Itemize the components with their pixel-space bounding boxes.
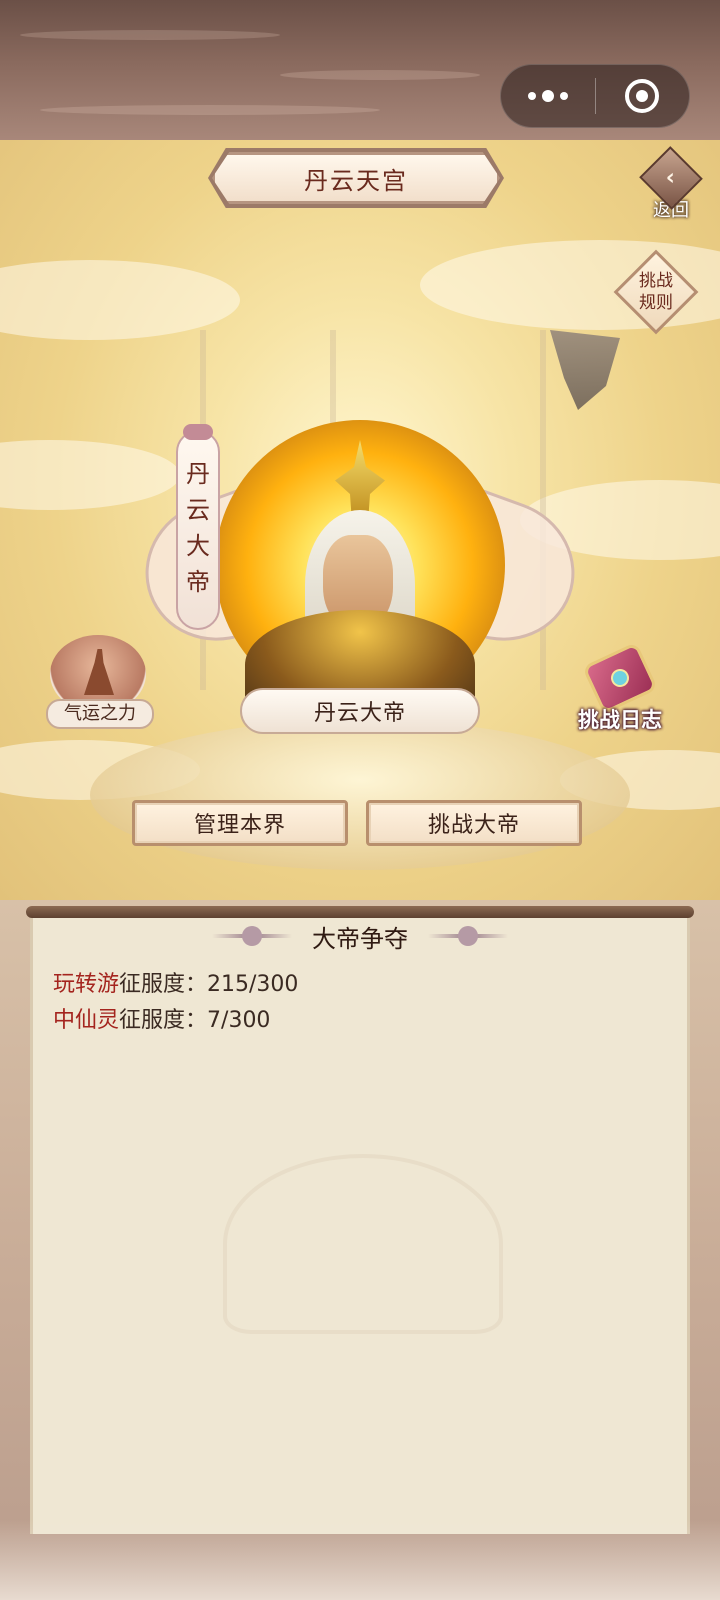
- rules-label: 挑战 规则: [616, 270, 696, 314]
- faction-name: 玩转游: [53, 972, 120, 997]
- page-title: 丹云天宫: [212, 152, 500, 204]
- cloud: [0, 260, 240, 340]
- more-button[interactable]: [501, 65, 595, 127]
- log-label: 挑战日志: [578, 708, 662, 732]
- emperor-emblem[interactable]: [125, 380, 595, 740]
- bottom-clouds: [0, 1520, 720, 1600]
- rules-label-line1: 挑战: [639, 271, 673, 291]
- mini-program-capsule: [500, 64, 690, 128]
- ornament-left-icon: [212, 926, 292, 946]
- panel-title: 大帝争夺: [312, 924, 408, 953]
- cloud-streak: [20, 30, 280, 40]
- vertical-char: 丹: [186, 460, 210, 488]
- cloud: [0, 440, 180, 510]
- challenge-log-button[interactable]: 挑战日志: [560, 640, 680, 740]
- challenge-rules-button[interactable]: 挑战 规则: [613, 249, 699, 335]
- conquest-value: 215/300: [207, 972, 299, 997]
- vertical-char: 云: [186, 496, 210, 524]
- conquest-label: 征服度：: [119, 972, 208, 997]
- emperor-nameplate: 丹云大帝: [240, 688, 480, 734]
- manage-realm-button[interactable]: 管理本界: [132, 800, 348, 846]
- emperor-contest-panel: 大帝争夺 玩转游征服度：215/300 中仙灵征服度：7/300: [30, 914, 690, 1534]
- top-bar: [0, 0, 720, 140]
- rules-label-line2: 规则: [639, 293, 673, 313]
- ornament-right-icon: [428, 926, 508, 946]
- conquest-value: 7/300: [207, 1008, 271, 1033]
- target-circle-icon: [625, 79, 660, 113]
- back-arrow-icon: ‹: [639, 146, 703, 210]
- conquest-row: 玩转游征服度：215/300: [53, 966, 298, 998]
- emperor-vertical-title: 丹 云 大 帝: [176, 424, 220, 630]
- panel-header: 大帝争夺: [33, 914, 687, 958]
- conquest-label: 征服度：: [119, 1008, 208, 1033]
- panel-watermark: [223, 1154, 503, 1334]
- vertical-char: 大: [186, 532, 210, 560]
- cloud-streak: [40, 105, 380, 115]
- floating-rock: [550, 330, 620, 410]
- faction-name: 中仙灵: [53, 1008, 120, 1033]
- fortune-label: 气运之力: [46, 699, 154, 729]
- scroll-rod: [26, 906, 694, 918]
- fortune-power-button[interactable]: 气运之力: [40, 635, 160, 735]
- close-mini-program-button[interactable]: [596, 65, 690, 127]
- tag-gem: [183, 424, 213, 440]
- conquest-row: 中仙灵征服度：7/300: [53, 1002, 270, 1034]
- challenge-emperor-button[interactable]: 挑战大帝: [366, 800, 582, 846]
- pillar: [540, 330, 546, 690]
- more-dots-icon: [527, 90, 568, 102]
- vertical-char: 帝: [186, 568, 210, 596]
- cloud-streak: [280, 70, 480, 80]
- altar-platform: [90, 720, 630, 870]
- emperor-portrait: [245, 440, 475, 720]
- palace-scene: 丹云天宫 ‹ 返回 挑战 规则 丹 云 大 帝 丹云大帝 气运之力 挑战日志 管…: [0, 140, 720, 900]
- back-button[interactable]: ‹ 返回: [636, 146, 706, 222]
